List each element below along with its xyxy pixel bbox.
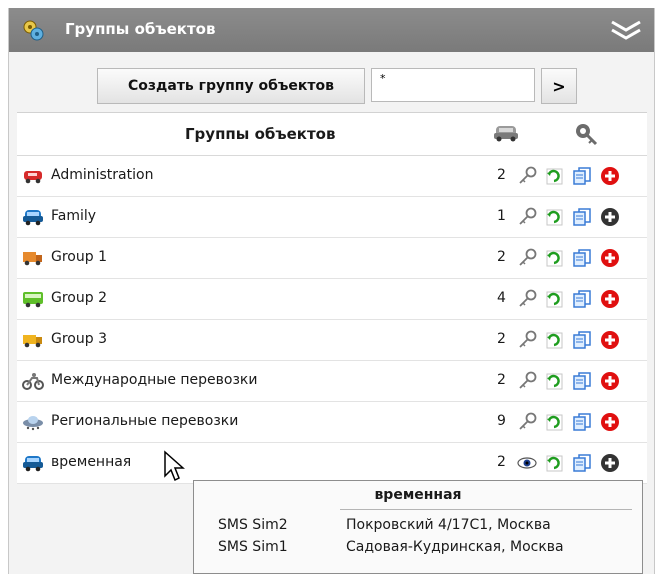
toolbar: Создать группу объектов >	[9, 52, 654, 112]
panel-title-bar: Группы объектов	[9, 8, 654, 52]
copy-icon[interactable]	[572, 453, 592, 473]
copy-icon[interactable]	[572, 412, 592, 432]
gears-icon	[23, 20, 44, 41]
rows-container: Administration 2 Family 1 Group 1 2 Group 2 4 Gr…	[17, 156, 647, 484]
delete-disabled-icon	[601, 208, 619, 226]
refresh-icon[interactable]	[544, 412, 564, 432]
group-name[interactable]: Group 1	[51, 249, 107, 265]
object-count: 4	[497, 290, 506, 306]
delete-icon[interactable]	[600, 289, 620, 309]
table-row[interactable]: Региональные перевозки 9	[17, 402, 647, 443]
object-count: 2	[497, 249, 506, 265]
refresh-icon[interactable]	[544, 166, 564, 186]
refresh-icon[interactable]	[544, 371, 564, 391]
tooltip-address: Садовая-Кудринская, Москва	[346, 539, 564, 555]
red-car-icon	[24, 171, 42, 184]
group-name[interactable]: Group 3	[51, 331, 107, 347]
delete-icon[interactable]	[600, 412, 620, 432]
green-bus-icon	[23, 292, 43, 308]
copy-icon[interactable]	[572, 166, 592, 186]
edit-access-key-icon[interactable]	[517, 166, 537, 186]
ufo-icon	[23, 416, 43, 431]
delete-icon[interactable]	[600, 166, 620, 186]
next-button[interactable]: >	[541, 68, 577, 104]
group-filter-input[interactable]	[371, 68, 535, 102]
table-row[interactable]: Group 2 4	[17, 279, 647, 320]
object-count: 2	[497, 454, 506, 470]
mouse-cursor-icon	[164, 450, 185, 482]
tooltip-divider	[340, 509, 632, 510]
column-header-groups: Группы объектов	[185, 125, 336, 143]
object-count: 2	[497, 167, 506, 183]
edit-access-key-icon[interactable]	[517, 412, 537, 432]
delete-icon[interactable]	[600, 248, 620, 268]
refresh-icon[interactable]	[544, 248, 564, 268]
view-icon[interactable]	[517, 453, 537, 473]
tooltip-sim-label: SMS Sim1	[218, 539, 288, 555]
refresh-icon[interactable]	[544, 289, 564, 309]
delete-icon[interactable]	[600, 330, 620, 350]
edit-access-key-icon[interactable]	[517, 289, 537, 309]
table-row[interactable]: Group 3 2	[17, 320, 647, 361]
groups-table: Группы объектов Administration 2 Family 1 Gr…	[17, 112, 647, 484]
blue-car-icon	[23, 456, 43, 472]
object-count: 2	[497, 372, 506, 388]
key-access-icon	[576, 124, 598, 146]
table-header: Группы объектов	[17, 113, 647, 156]
delete-icon[interactable]	[600, 371, 620, 391]
copy-icon[interactable]	[572, 330, 592, 350]
group-name[interactable]: Региональные перевозки	[51, 413, 238, 429]
group-name[interactable]: временная	[51, 454, 131, 470]
copy-icon[interactable]	[572, 289, 592, 309]
edit-access-key-icon[interactable]	[517, 248, 537, 268]
motorcycle-icon	[22, 373, 44, 390]
panel-title: Группы объектов	[65, 20, 216, 38]
copy-icon[interactable]	[572, 207, 592, 227]
orange-truck-icon	[23, 252, 42, 266]
table-row[interactable]: временная 2	[17, 443, 647, 484]
group-name[interactable]: Международные перевозки	[51, 372, 258, 388]
copy-icon[interactable]	[572, 248, 592, 268]
create-group-button[interactable]: Создать группу объектов	[97, 68, 365, 104]
copy-icon[interactable]	[572, 371, 592, 391]
edit-access-key-icon[interactable]	[517, 207, 537, 227]
group-name[interactable]: Group 2	[51, 290, 107, 306]
group-tooltip: временная SMS Sim2 Покровский 4/17С1, Мос…	[193, 480, 643, 574]
group-name[interactable]: Administration	[51, 167, 153, 183]
tooltip-address: Покровский 4/17С1, Москва	[346, 517, 551, 533]
table-row[interactable]: Group 1 2	[17, 238, 647, 279]
yellow-truck-icon	[23, 335, 42, 348]
delete-disabled-icon	[601, 454, 619, 472]
object-count: 1	[497, 208, 506, 224]
object-count: 2	[497, 331, 506, 347]
table-row[interactable]: Family 1	[17, 197, 647, 238]
tooltip-sim-label: SMS Sim2	[218, 517, 288, 533]
refresh-icon[interactable]	[544, 207, 564, 227]
table-row[interactable]: Administration 2	[17, 156, 647, 197]
refresh-icon[interactable]	[544, 330, 564, 350]
refresh-icon[interactable]	[544, 453, 564, 473]
edit-access-key-icon[interactable]	[517, 371, 537, 391]
collapse-chevrons-icon[interactable]	[608, 16, 644, 44]
tooltip-title: временная	[374, 487, 462, 503]
table-row[interactable]: Международные перевозки 2	[17, 361, 647, 402]
object-count: 9	[497, 413, 506, 429]
blue-car-icon	[23, 210, 43, 226]
group-name[interactable]: Family	[51, 208, 96, 224]
car-icon	[494, 126, 518, 142]
edit-access-key-icon[interactable]	[517, 330, 537, 350]
